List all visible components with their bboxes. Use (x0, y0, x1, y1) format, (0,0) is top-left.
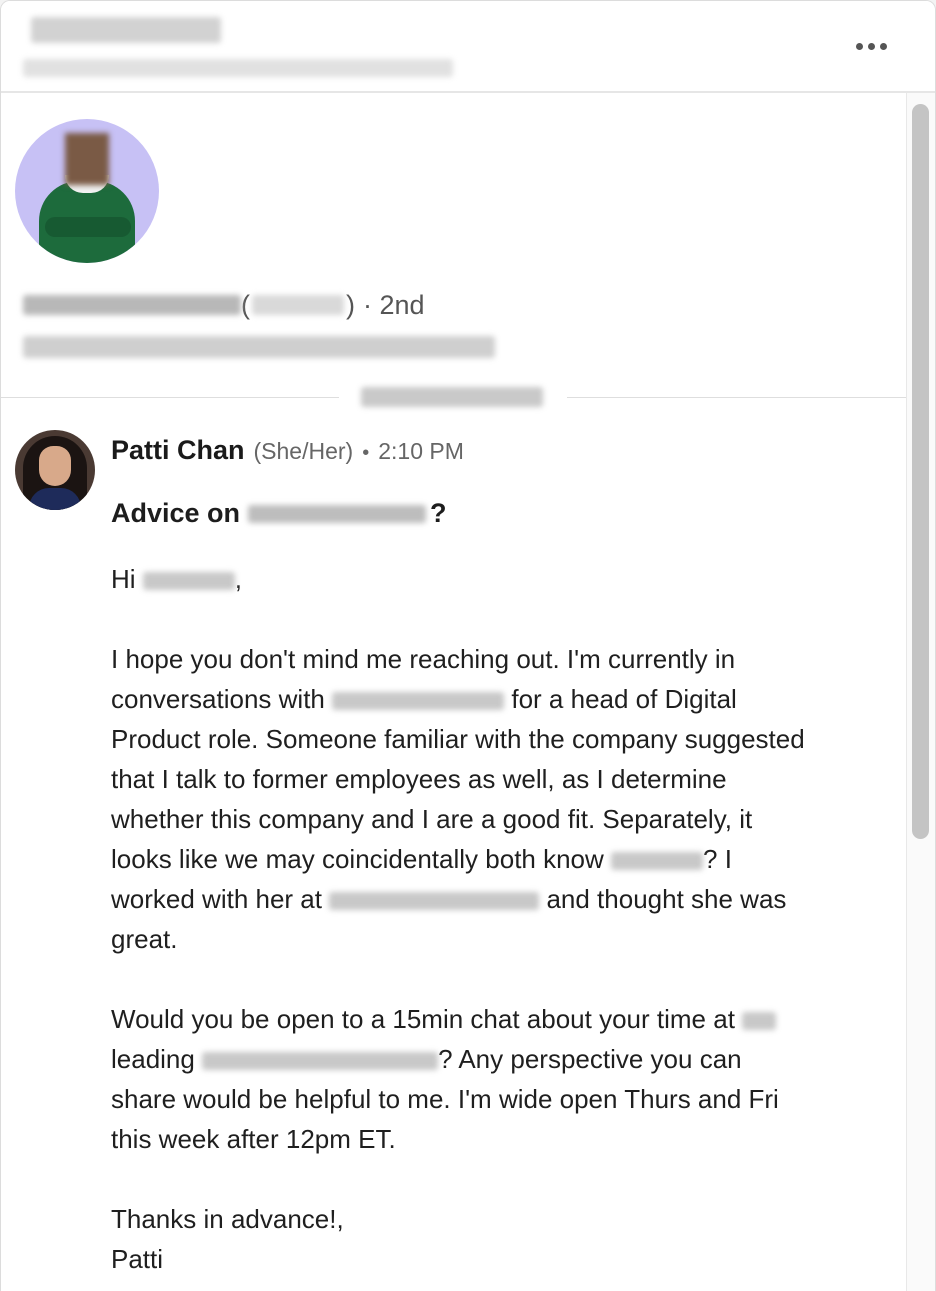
connection-degree: · 2nd (363, 289, 425, 320)
avatar-arms (45, 217, 131, 237)
redacted-contact-headline (23, 59, 453, 77)
subject-suffix: ? (430, 498, 447, 528)
avatar-body (29, 488, 81, 510)
sender-avatar[interactable] (15, 430, 95, 510)
avatar-face (39, 446, 71, 486)
p2-text-b: leading (111, 1044, 195, 1074)
scrollbar-thumb[interactable] (912, 104, 929, 839)
redacted-subject-company (248, 504, 427, 523)
redacted-profile-name[interactable] (23, 295, 241, 315)
redacted-company-name (332, 692, 505, 711)
redacted-team-name (202, 1052, 439, 1071)
more-dot (879, 42, 887, 50)
redacted-mutual-contact (611, 852, 704, 871)
more-options-button[interactable] (847, 29, 895, 63)
avatar-face-pixelated (65, 133, 109, 185)
redacted-previous-company (329, 892, 540, 911)
sender-name[interactable]: Patti Chan (111, 435, 245, 466)
redacted-company-short (742, 1012, 777, 1031)
separator-dot: • (362, 442, 370, 464)
p2-text-a: Would you be open to a 15min chat about … (111, 1004, 735, 1034)
profile-name-line: ( ) · 2nd (23, 285, 425, 325)
redacted-profile-pronouns (252, 295, 344, 315)
conversation-header (1, 1, 935, 93)
date-divider-right (567, 397, 906, 398)
date-divider-left (1, 397, 339, 398)
redacted-recipient-name (142, 572, 235, 591)
close-paren: ) (346, 289, 355, 320)
paragraph-2: Would you be open to a 15min chat about … (111, 999, 811, 1159)
message-time: 2:10 PM (378, 438, 464, 464)
greeting-suffix: , (234, 564, 243, 594)
message-body: Hi , I hope you don't mind me reaching o… (111, 559, 811, 1279)
sender-pronouns: (She/Her) (253, 438, 354, 464)
more-dot (867, 42, 875, 50)
signoff: Thanks in advance!, (111, 1204, 344, 1234)
profile-avatar[interactable] (15, 119, 159, 263)
greeting-prefix: Hi (111, 564, 136, 594)
message-window: ( ) · 2nd Patti Chan (She/Her) • 2:10 PM… (0, 0, 936, 1291)
message-subject: Advice on ? (111, 498, 447, 529)
paragraph-1: I hope you don't mind me reaching out. I… (111, 639, 811, 959)
redacted-date-label (361, 387, 543, 407)
redacted-contact-name (31, 17, 221, 43)
more-horizontal-icon (855, 42, 863, 50)
subject-prefix: Advice on (111, 498, 241, 528)
signature: Patti (111, 1244, 164, 1274)
message-sender-line: Patti Chan (She/Her) • 2:10 PM (111, 435, 464, 466)
greeting: Hi , (111, 559, 811, 599)
redacted-profile-title (23, 336, 495, 358)
open-paren: ( (241, 289, 250, 320)
